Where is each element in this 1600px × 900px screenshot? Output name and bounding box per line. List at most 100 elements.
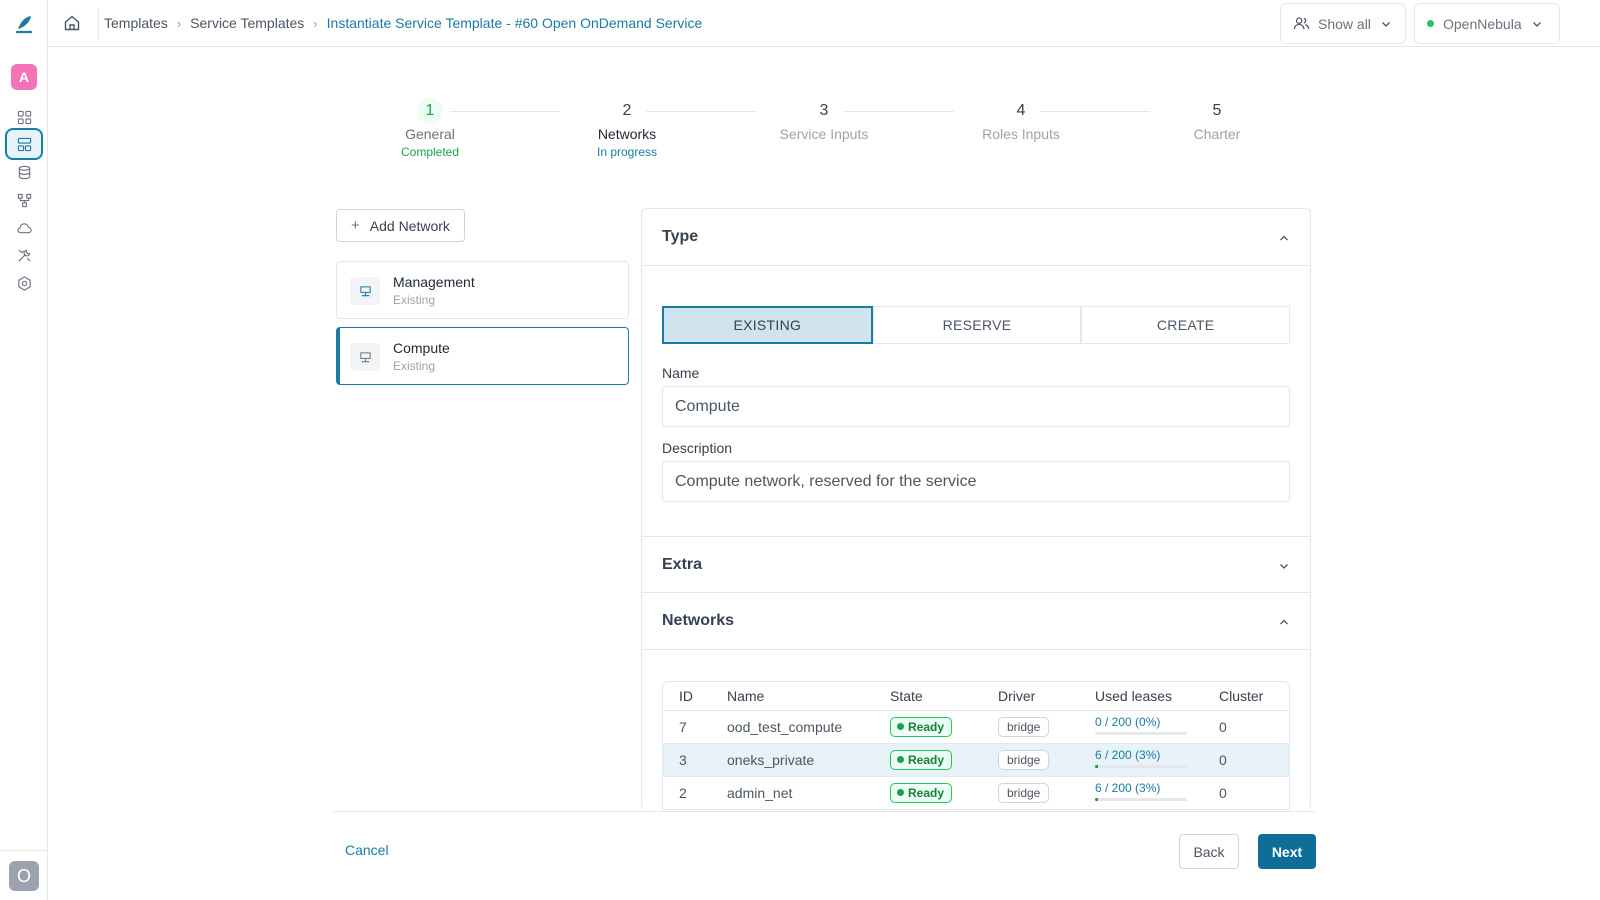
step-networks[interactable]: 2 Networks In progress [557,98,697,159]
step-label: General [405,126,455,142]
cell-cluster: 0 [1203,710,1289,744]
templates-icon[interactable] [5,128,43,160]
cell-state: Ready [874,710,982,744]
network-card-type: Existing [393,293,436,307]
table-row[interactable]: 2 admin_net Ready bridge 6 / 200 (3%) 0 [663,776,1289,810]
breadcrumb-current: Instantiate Service Template - #60 Open … [326,15,703,31]
cancel-button[interactable]: Cancel [345,842,389,858]
step-charter[interactable]: 5 Charter [1147,98,1287,142]
step-status: Completed [400,145,460,159]
chevron-up-icon [1280,235,1288,241]
back-button[interactable]: Back [1179,834,1239,869]
name-label: Name [662,365,700,381]
lease-bar [1095,732,1187,735]
settings-icon[interactable] [13,272,35,294]
step-status: In progress [596,145,658,159]
status-dot [897,789,904,796]
chevron-right-icon: › [176,15,182,31]
lease-text: 0 / 200 (0%) [1095,715,1161,729]
tab-create[interactable]: CREATE [1081,306,1291,344]
status-badge: Ready [890,782,953,803]
show-all-label: Show all [1318,15,1371,32]
step-label: Charter [1193,126,1241,142]
section-title: Networks [662,612,735,629]
cell-driver: bridge [982,743,1079,777]
add-network-button[interactable]: + Add Network [336,209,465,242]
cell-driver: bridge [982,776,1079,810]
lease-meter: 6 / 200 (3%) [1095,748,1187,768]
name-field[interactable] [662,386,1290,427]
cell-cluster: 0 [1203,743,1289,777]
cloud-icon[interactable] [13,217,35,239]
network-card-name: Management [393,274,475,290]
lease-fill [1095,798,1098,801]
network-details-panel: Type EXISTING RESERVE CREATE Name Descri… [641,208,1311,810]
type-section-header[interactable]: Type [642,209,1310,266]
breadcrumb-service-templates[interactable]: Service Templates [190,15,304,31]
plus-icon: + [351,217,360,234]
cell-name: oneks_private [711,743,874,777]
breadcrumb: Templates › Service Templates › Instanti… [104,15,702,31]
cell-state: Ready [874,743,982,777]
step-service-inputs[interactable]: 3 Service Inputs [754,98,894,142]
status-text: Ready [908,752,945,767]
chevron-down-icon [1381,21,1390,27]
users-icon [1293,17,1310,30]
driver-badge: bridge [998,749,1050,770]
name-input[interactable] [675,397,1277,416]
network-icon [350,277,380,305]
column-header-cluster[interactable]: Cluster [1203,682,1289,711]
breadcrumb-templates[interactable]: Templates [104,15,168,31]
chevron-up-icon [1280,619,1288,625]
description-input[interactable] [675,472,1277,491]
dashboard-icon[interactable] [13,106,35,128]
section-title: Extra [662,556,703,573]
cell-id: 3 [663,743,711,777]
column-header-driver[interactable]: Driver [982,682,1079,711]
status-dot [897,723,904,730]
sidebar: A O [0,0,48,900]
networks-section-header[interactable]: Networks [642,593,1310,650]
column-header-name[interactable]: Name [711,682,874,711]
cell-id: 2 [663,776,711,810]
opennebula-logo-icon[interactable] [13,13,35,35]
table-row[interactable]: 7 ood_test_compute Ready bridge 0 / 200 … [663,710,1289,744]
network-icon[interactable] [13,189,35,211]
step-number: 2 [622,102,632,119]
home-icon[interactable] [62,13,82,33]
step-label: Networks [597,126,657,142]
zone-status-dot [1427,20,1434,27]
group-avatar[interactable]: A [11,64,37,90]
cell-leases: 6 / 200 (3%) [1079,743,1203,777]
user-avatar[interactable]: O [9,861,39,891]
next-button[interactable]: Next [1258,834,1316,869]
sidebar-footer: O [0,850,48,900]
network-icon [350,343,380,371]
table-row[interactable]: 3 oneks_private Ready bridge 6 / 200 (3%… [663,743,1289,777]
network-type-tabs: EXISTING RESERVE CREATE [662,306,1291,344]
column-header-id[interactable]: ID [663,682,711,711]
description-field[interactable] [662,461,1290,502]
lease-fill [1095,765,1098,768]
column-header-state[interactable]: State [874,682,982,711]
network-card-management[interactable]: Management Existing [336,261,629,319]
step-general[interactable]: 1 General Completed [360,98,500,159]
extra-section-header[interactable]: Extra [642,536,1310,593]
section-title: Type [662,228,699,245]
status-text: Ready [908,719,945,734]
description-label: Description [662,440,733,456]
step-roles-inputs[interactable]: 4 Roles Inputs [951,98,1091,142]
tab-existing[interactable]: EXISTING [662,306,873,344]
show-all-filter-button[interactable]: Show all [1280,3,1406,44]
tools-icon[interactable] [13,244,35,266]
cell-driver: bridge [982,710,1079,744]
zone-selector-button[interactable]: OpenNebula [1414,3,1560,44]
step-label: Roles Inputs [982,126,1060,142]
column-header-used-leases[interactable]: Used leases [1079,682,1203,711]
network-card-type: Existing [393,359,436,373]
networks-table: ID Name State Driver Used leases Cluster… [662,681,1290,810]
storage-icon[interactable] [13,161,35,183]
network-card-compute[interactable]: Compute Existing [336,327,629,385]
tab-reserve[interactable]: RESERVE [872,306,1082,344]
step-number: 3 [819,102,829,119]
